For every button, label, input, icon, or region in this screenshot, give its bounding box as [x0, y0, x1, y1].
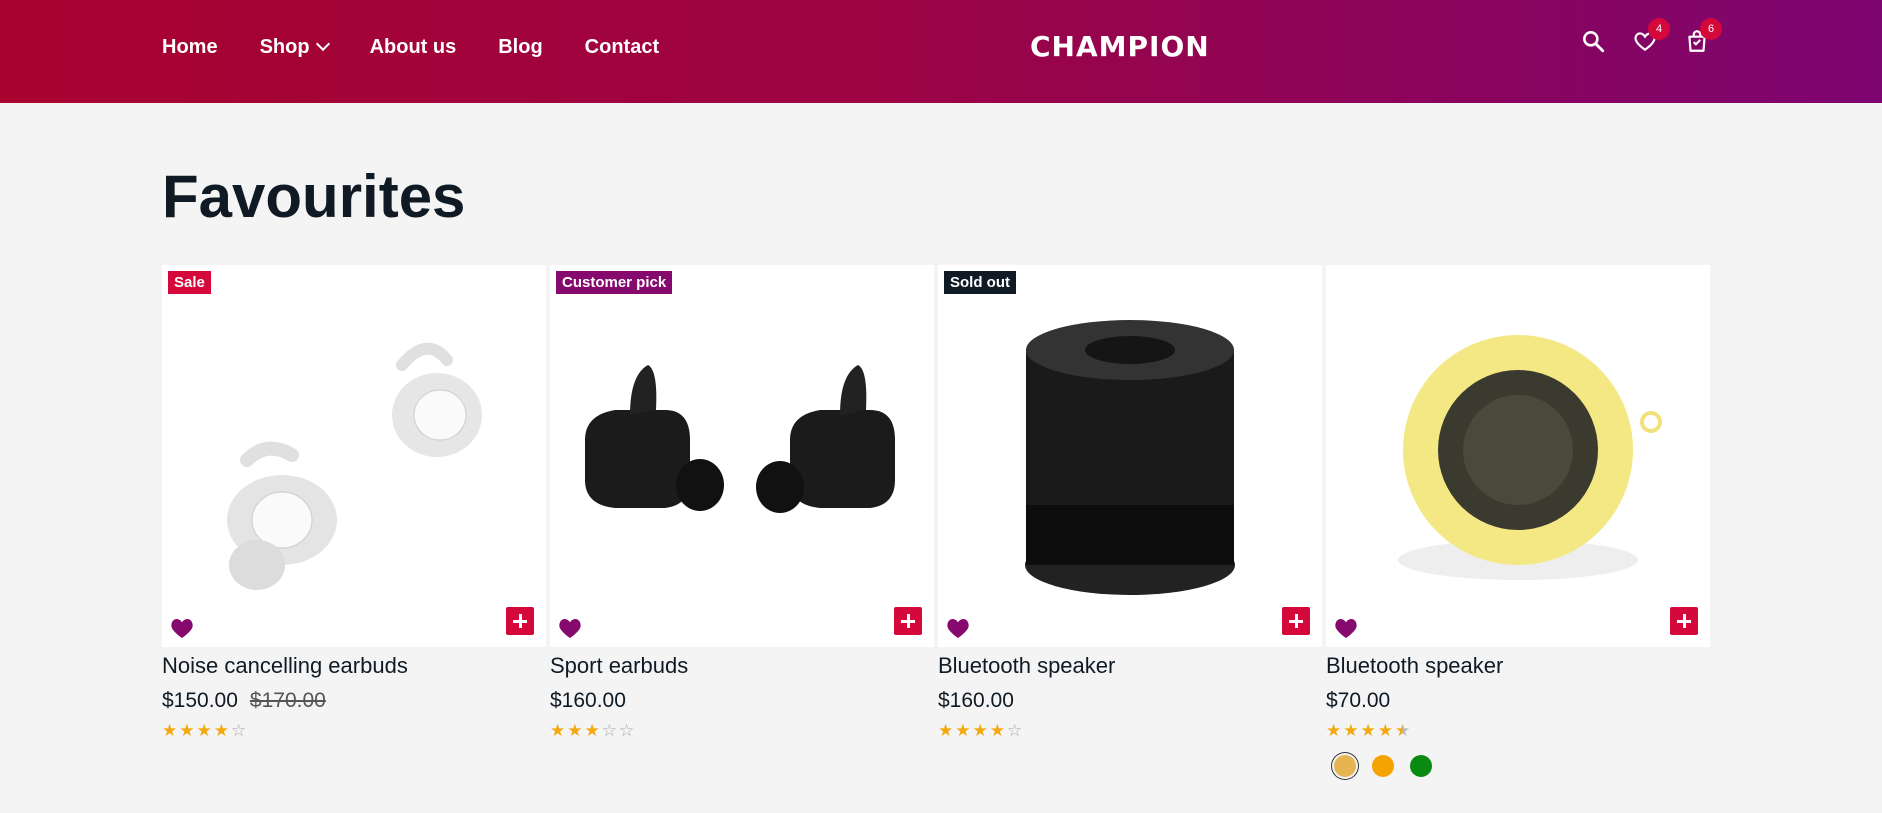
- search-icon: [1583, 31, 1605, 53]
- product-name[interactable]: Sport earbuds: [550, 653, 934, 679]
- product-price: $160.00: [550, 689, 934, 713]
- add-to-cart-button[interactable]: [894, 607, 922, 635]
- nav-home-label: Home: [162, 35, 218, 58]
- product-card[interactable]: Sold out Bluetooth speaker $160.00 ★ ★ ★ ★ ☆: [938, 265, 1322, 777]
- product-image[interactable]: Customer pick: [550, 265, 934, 647]
- star-half-icon: ★: [1395, 721, 1411, 740]
- product-name[interactable]: Bluetooth speaker: [1326, 653, 1710, 679]
- wishlist-button[interactable]: 4: [1632, 18, 1670, 54]
- nav-blog-label: Blog: [498, 35, 543, 58]
- rating-stars: ★ ★ ★ ★ ☆: [162, 721, 546, 741]
- star-full-icon: ★: [972, 721, 988, 740]
- speaker-black-image: [1025, 320, 1235, 595]
- current-price: $160.00: [550, 689, 626, 712]
- cart-button[interactable]: 6: [1684, 18, 1722, 54]
- main-nav: Home Shop About us Blog Contact: [162, 0, 659, 94]
- nav-shop-label: Shop: [259, 35, 310, 58]
- rating-stars: ★ ★ ★ ☆ ☆: [550, 721, 934, 741]
- product-price: $150.00 $170.00: [162, 689, 546, 713]
- star-full-icon: ★: [1360, 721, 1376, 740]
- star-full-icon: ★: [1326, 721, 1342, 740]
- product-image[interactable]: [1326, 265, 1710, 647]
- site-header: Home Shop About us Blog Contact CHAMPION…: [0, 0, 1882, 103]
- nav-shop[interactable]: Shop: [259, 35, 330, 59]
- product-price: $70.00: [1326, 689, 1710, 713]
- sold-out-tag: Sold out: [944, 271, 1016, 294]
- add-to-cart-button[interactable]: [506, 607, 534, 635]
- page-title: Favourites: [162, 163, 466, 230]
- heart-icon[interactable]: [170, 617, 194, 639]
- star-empty-icon: ☆: [1007, 721, 1023, 740]
- nav-contact[interactable]: Contact: [585, 36, 659, 59]
- customer-pick-tag: Customer pick: [556, 271, 673, 294]
- nav-about-label: About us: [369, 35, 457, 58]
- speaker-yellow-image: [1398, 335, 1662, 580]
- add-to-cart-button[interactable]: [1670, 607, 1698, 635]
- search-button[interactable]: [1580, 28, 1606, 54]
- star-empty-icon: ☆: [231, 721, 247, 740]
- product-grid: Sale Noise cancelling earbuds $150.00 $1…: [162, 265, 1710, 777]
- product-name[interactable]: Noise cancelling earbuds: [162, 653, 546, 679]
- heart-icon[interactable]: [946, 617, 970, 639]
- nav-contact-label: Contact: [584, 35, 660, 58]
- heart-icon[interactable]: [1334, 617, 1358, 639]
- product-price: $160.00: [938, 689, 1322, 713]
- current-price: $160.00: [938, 689, 1014, 712]
- current-price: $150.00: [162, 689, 238, 712]
- logo[interactable]: CHAMPION: [1030, 30, 1210, 63]
- rating-stars: ★ ★ ★ ★ ☆: [938, 721, 1322, 741]
- color-swatch-green[interactable]: [1410, 755, 1432, 777]
- star-full-icon: ★: [1343, 721, 1359, 740]
- product-name[interactable]: Bluetooth speaker: [938, 653, 1322, 679]
- star-full-icon: ★: [179, 721, 195, 740]
- product-card[interactable]: Customer pick Sport earbuds $160.00 ★ ★ ★ ☆…: [550, 265, 934, 777]
- star-full-icon: ★: [989, 721, 1005, 740]
- current-price: $70.00: [1326, 689, 1391, 712]
- earbuds-black-image: [585, 365, 895, 513]
- old-price: $170.00: [249, 689, 326, 712]
- nav-home[interactable]: Home: [162, 36, 218, 59]
- color-swatch-orange[interactable]: [1372, 755, 1394, 777]
- product-card[interactable]: Bluetooth speaker $70.00 ★ ★ ★ ★ ★: [1326, 265, 1710, 777]
- earbuds-white-image: [227, 342, 482, 590]
- star-full-icon: ★: [550, 721, 566, 740]
- star-empty-icon: ☆: [619, 721, 635, 740]
- nav-blog[interactable]: Blog: [498, 36, 542, 59]
- add-to-cart-button[interactable]: [1282, 607, 1310, 635]
- nav-about[interactable]: About us: [370, 36, 457, 59]
- product-card[interactable]: Sale Noise cancelling earbuds $150.00 $1…: [162, 265, 546, 777]
- chevron-down-icon: [315, 36, 330, 52]
- star-full-icon: ★: [955, 721, 971, 740]
- sale-tag: Sale: [168, 271, 211, 294]
- color-swatch-yellow[interactable]: [1334, 755, 1356, 777]
- star-full-icon: ★: [162, 721, 178, 740]
- cart-count-badge: 6: [1700, 18, 1722, 40]
- star-empty-icon: ☆: [601, 721, 617, 740]
- rating-stars: ★ ★ ★ ★ ★: [1326, 721, 1710, 741]
- star-full-icon: ★: [196, 721, 212, 740]
- wishlist-count-badge: 4: [1648, 18, 1670, 40]
- heart-icon[interactable]: [558, 617, 582, 639]
- header-actions: 4 6: [1580, 18, 1722, 54]
- product-image[interactable]: Sale: [162, 265, 546, 647]
- star-full-icon: ★: [567, 721, 583, 740]
- color-swatches: [1326, 755, 1710, 777]
- product-image[interactable]: Sold out: [938, 265, 1322, 647]
- star-full-icon: ★: [584, 721, 600, 740]
- star-full-icon: ★: [213, 721, 229, 740]
- star-full-icon: ★: [938, 721, 954, 740]
- star-full-icon: ★: [1377, 721, 1393, 740]
